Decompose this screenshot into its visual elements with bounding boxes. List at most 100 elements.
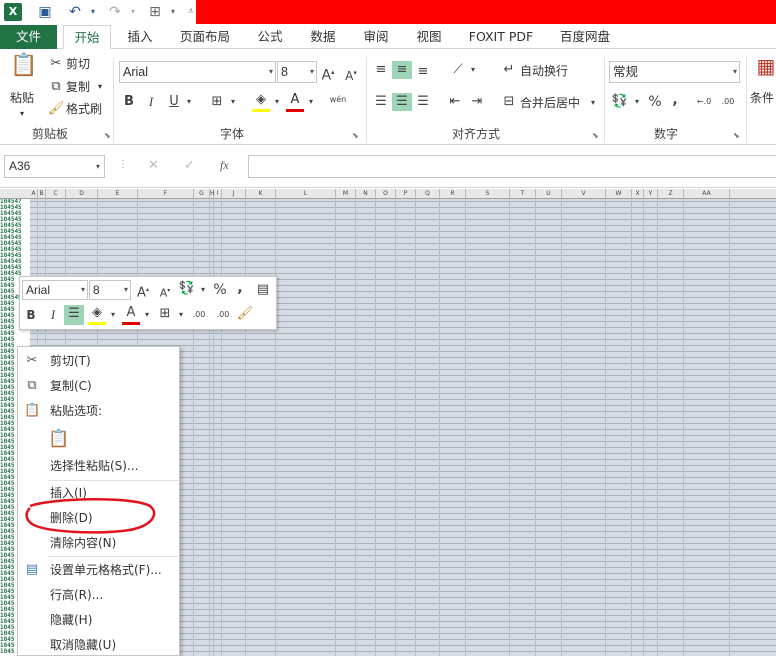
mini-size-combo[interactable]: 8 ▾ bbox=[89, 280, 131, 300]
column-header[interactable]: W bbox=[606, 189, 632, 199]
chevron-down-icon[interactable]: ▾ bbox=[124, 281, 128, 299]
column-header[interactable]: Z bbox=[658, 189, 684, 199]
tab-page-layout[interactable]: 页面布局 bbox=[176, 25, 234, 49]
mini-increase-font-icon[interactable]: A▴ bbox=[134, 281, 152, 302]
column-header[interactable]: T bbox=[510, 189, 536, 199]
column-header[interactable]: J bbox=[222, 189, 246, 199]
insert-function-icon[interactable]: fx bbox=[220, 158, 229, 173]
mini-font-color-dropdown-icon[interactable]: ▾ bbox=[142, 306, 152, 324]
underline-dropdown-icon[interactable]: ▾ bbox=[184, 93, 194, 111]
mini-percent-button[interactable]: % bbox=[212, 281, 228, 299]
font-size-combo[interactable]: 8 ▾ bbox=[277, 61, 317, 83]
accounting-format-icon[interactable]: 💱 bbox=[610, 93, 630, 111]
undo-dropdown-icon[interactable]: ▾ bbox=[84, 3, 102, 21]
column-header[interactable]: U bbox=[536, 189, 562, 199]
mini-center-icon[interactable]: ☰ bbox=[64, 305, 84, 325]
tab-view[interactable]: 视图 bbox=[411, 25, 447, 49]
column-header[interactable]: F bbox=[138, 189, 194, 199]
border-icon[interactable]: ⊞ bbox=[208, 93, 226, 111]
column-header[interactable]: N bbox=[356, 189, 376, 199]
save-icon[interactable]: ▣ bbox=[36, 3, 54, 21]
percent-button[interactable]: % bbox=[646, 93, 664, 111]
menu-format-cells[interactable]: 设置单元格格式(F)... bbox=[50, 562, 162, 578]
menu-row-height[interactable]: 行高(R)... bbox=[50, 587, 103, 603]
paste-icon[interactable]: 📋 bbox=[10, 55, 37, 85]
column-header[interactable]: I bbox=[214, 189, 222, 199]
column-header[interactable]: O bbox=[376, 189, 396, 199]
copy-button[interactable]: 复制 bbox=[66, 78, 90, 96]
paste-option-icon[interactable]: 📋 bbox=[48, 427, 70, 451]
tab-data[interactable]: 数据 bbox=[305, 25, 341, 49]
format-painter-button[interactable]: 格式刷 bbox=[66, 100, 102, 118]
number-launcher-icon[interactable]: ⬊ bbox=[733, 131, 740, 140]
paste-dropdown-icon[interactable]: ▾ bbox=[20, 105, 24, 123]
mini-border-icon[interactable]: ⊞ bbox=[156, 305, 174, 323]
mini-bold-button[interactable]: B bbox=[23, 306, 39, 324]
undo-icon[interactable]: ↶ bbox=[66, 3, 84, 21]
chevron-down-icon[interactable]: ▾ bbox=[96, 156, 100, 177]
column-header[interactable]: E bbox=[98, 189, 138, 199]
mini-italic-button[interactable]: I bbox=[45, 306, 61, 324]
align-center-icon[interactable]: ☰ bbox=[392, 93, 412, 111]
mini-comma-button[interactable]: , bbox=[234, 279, 246, 297]
tab-insert[interactable]: 插入 bbox=[122, 25, 158, 49]
grid-dropdown-icon[interactable]: ▾ bbox=[164, 3, 182, 21]
border-grid-icon[interactable]: ⊞ bbox=[146, 3, 164, 21]
mini-font-color-icon[interactable]: A bbox=[122, 304, 140, 325]
font-color-icon[interactable]: A bbox=[286, 91, 304, 112]
formula-input[interactable] bbox=[248, 155, 776, 178]
column-header[interactable]: B bbox=[38, 189, 46, 199]
orientation-icon[interactable]: ⟋ bbox=[448, 61, 468, 79]
font-name-combo[interactable]: Arial ▾ bbox=[119, 61, 276, 83]
chevron-down-icon[interactable]: ▾ bbox=[81, 281, 85, 299]
align-middle-icon[interactable]: ≡ bbox=[392, 61, 412, 79]
align-left-icon[interactable]: ☰ bbox=[372, 93, 390, 111]
align-bottom-icon[interactable]: ≡ bbox=[414, 63, 432, 81]
number-format-combo[interactable]: 常规 ▾ bbox=[609, 61, 740, 83]
mini-border-dropdown-icon[interactable]: ▾ bbox=[176, 306, 186, 324]
italic-button[interactable]: I bbox=[143, 93, 159, 111]
mini-fill-color-icon[interactable]: ◈ bbox=[88, 304, 106, 325]
decrease-font-icon[interactable]: A▾ bbox=[343, 64, 359, 85]
menu-paste-special[interactable]: 选择性粘贴(S)... bbox=[50, 458, 138, 474]
cancel-icon[interactable]: ✕ bbox=[148, 158, 159, 173]
column-header[interactable]: M bbox=[336, 189, 356, 199]
chevron-down-icon[interactable]: ▾ bbox=[269, 62, 273, 82]
chevron-down-icon[interactable]: ▾ bbox=[733, 62, 737, 82]
bold-button[interactable]: B bbox=[121, 93, 137, 111]
chevron-down-icon[interactable]: ▾ bbox=[310, 62, 314, 82]
increase-font-icon[interactable]: A▴ bbox=[320, 63, 336, 85]
alignment-launcher-icon[interactable]: ⬊ bbox=[592, 131, 599, 140]
conditional-format-button[interactable]: 条件 bbox=[750, 89, 774, 107]
cut-button[interactable]: 剪切 bbox=[66, 55, 90, 73]
align-right-icon[interactable]: ☰ bbox=[414, 93, 432, 111]
column-header[interactable]: K bbox=[246, 189, 276, 199]
name-box[interactable]: A36 ▾ bbox=[4, 155, 105, 178]
column-header[interactable]: G bbox=[194, 189, 210, 199]
menu-cut[interactable]: 剪切(T) bbox=[50, 353, 91, 369]
font-launcher-icon[interactable]: ⬊ bbox=[352, 131, 359, 140]
copy-dropdown-icon[interactable]: ▾ bbox=[98, 78, 102, 96]
mini-decrease-font-icon[interactable]: A▾ bbox=[156, 282, 174, 303]
tab-formulas[interactable]: 公式 bbox=[252, 25, 288, 49]
comma-button[interactable]: , bbox=[668, 91, 682, 109]
increase-indent-icon[interactable]: ⇥ bbox=[468, 93, 486, 111]
menu-unhide[interactable]: 取消隐藏(U) bbox=[50, 637, 116, 653]
mini-format-painter-icon[interactable]: 🖌 bbox=[236, 305, 254, 323]
column-header[interactable]: Q bbox=[416, 189, 440, 199]
column-header[interactable]: S bbox=[466, 189, 510, 199]
column-header[interactable]: X bbox=[632, 189, 644, 199]
column-header[interactable]: A bbox=[30, 189, 38, 199]
mini-increase-decimal-button[interactable]: .00 bbox=[188, 306, 210, 324]
menu-clear-contents[interactable]: 清除内容(N) bbox=[50, 535, 116, 551]
mini-fill-dropdown-icon[interactable]: ▾ bbox=[108, 306, 118, 324]
mini-format-table-icon[interactable]: ▤ bbox=[254, 281, 272, 299]
wrap-text-button[interactable]: 自动换行 bbox=[520, 62, 568, 80]
border-dropdown-icon[interactable]: ▾ bbox=[228, 93, 238, 111]
increase-decimal-icon[interactable]: ←.0 bbox=[694, 93, 714, 111]
column-header[interactable]: D bbox=[66, 189, 98, 199]
mini-accounting-icon[interactable]: 💱 bbox=[176, 280, 198, 298]
font-color-dropdown-icon[interactable]: ▾ bbox=[306, 93, 316, 111]
column-header[interactable]: L bbox=[276, 189, 336, 199]
fill-dropdown-icon[interactable]: ▾ bbox=[272, 93, 282, 111]
